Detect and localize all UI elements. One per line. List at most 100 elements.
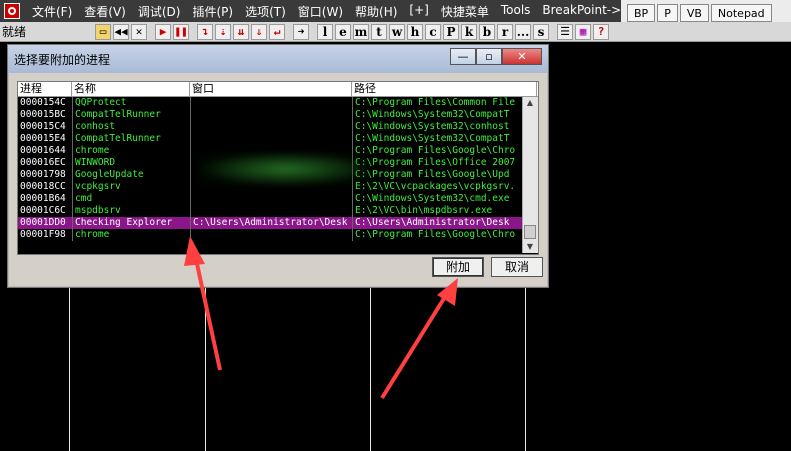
open-folder-icon[interactable]: ▭ <box>95 23 111 40</box>
column-guide <box>205 280 206 451</box>
help-icon[interactable]: ? <box>593 23 609 40</box>
column-guide <box>370 280 371 451</box>
menu-item[interactable]: 查看(V) <box>78 3 132 20</box>
step-over-icon[interactable]: ⇣ <box>215 23 231 40</box>
path-cell: C:\Program Files\Google\Chro <box>352 229 521 241</box>
window-button[interactable]: r <box>497 23 513 40</box>
tab-p[interactable]: P <box>657 4 678 22</box>
dialog-titlebar[interactable]: 选择要附加的进程 — ▫ ✕ <box>8 45 548 73</box>
menu-item[interactable]: 文件(F) <box>26 3 78 20</box>
toolbar: 就绪 ▭ ◀◀ ✕ ▶ ❚❚ ↴ ⇣ ⇊ ⇓ ↵ ➜ l e m t w h c Pk b r..… <box>0 22 791 42</box>
maximize-icon[interactable]: ▫ <box>476 48 502 65</box>
minimize-icon[interactable]: — <box>450 48 476 65</box>
app-logo-icon <box>4 3 20 19</box>
menu-item[interactable]: 调试(D) <box>132 3 187 20</box>
window-cell <box>190 121 352 133</box>
scroll-up-icon[interactable]: ▲ <box>524 97 536 109</box>
menu-item[interactable]: [+] <box>403 3 434 20</box>
table-row[interactable]: 00001B64 cmd C:\Windows\System32\cmd.exe <box>18 193 538 205</box>
column-header-pid[interactable]: 进程 <box>18 82 72 96</box>
trace-over-icon[interactable]: ⇓ <box>251 23 267 40</box>
table-row[interactable]: 0000154C QQProtect C:\Program Files\Common… <box>18 97 538 109</box>
attach-button[interactable]: 附加 <box>432 257 484 277</box>
menu-item[interactable]: 帮助(H) <box>349 3 403 20</box>
column-header-name[interactable]: 名称 <box>72 82 190 96</box>
vertical-scrollbar[interactable]: ▲ ▼ <box>522 97 538 253</box>
menu-items: 文件(F) 查看(V) 调试(D) 插件(P) 选项(T) 窗口(W) 帮助(H) [+] 快捷… <box>26 3 627 20</box>
path-cell: E:\2\VC\bin\mspdbsrv.exe <box>352 205 521 217</box>
window-letter-buttons: l e m t w h c Pk b r... s <box>316 23 550 40</box>
process-name-cell: cmd <box>72 193 190 205</box>
column-header-window[interactable]: 窗口 <box>190 82 352 96</box>
tab-vb[interactable]: VB <box>679 4 709 22</box>
path-cell: C:\Program Files\Office 2007 <box>352 157 521 169</box>
status-text: 就绪 <box>2 25 27 39</box>
grid-icon[interactable]: ▦ <box>575 23 591 40</box>
process-name-cell: mspdbsrv <box>72 205 190 217</box>
process-name-cell: QQProtect <box>72 97 190 109</box>
menu-item[interactable]: 插件(P) <box>186 3 239 20</box>
list-header: 进程 名称 窗口 路径 <box>18 82 538 97</box>
process-name-cell: CompatTelRunner <box>72 133 190 145</box>
execute-till-return-icon[interactable]: ↵ <box>269 23 285 40</box>
scroll-thumb[interactable] <box>524 225 536 239</box>
table-row[interactable]: 00001F98 chrome C:\Program Files\Google\Ch… <box>18 229 538 241</box>
window-button[interactable]: s <box>533 23 549 40</box>
process-id-cell: 00001798 <box>20 169 66 180</box>
window-button[interactable]: l <box>317 23 333 40</box>
window-button[interactable]: e <box>335 23 351 40</box>
goto-icon[interactable]: ➜ <box>293 23 309 40</box>
window-button[interactable]: w <box>389 23 405 40</box>
process-name-cell: WINWORD <box>72 157 190 169</box>
close-icon[interactable]: ✕ <box>502 48 542 65</box>
dialog-title: 选择要附加的进程 <box>14 52 111 67</box>
window-button[interactable]: ... <box>515 23 531 40</box>
run-icon[interactable]: ▶ <box>155 23 171 40</box>
path-cell: C:\Windows\System32\CompatT <box>352 109 521 121</box>
rewind-icon[interactable]: ◀◀ <box>113 23 129 40</box>
process-id-cell: 000015E4 <box>20 133 66 144</box>
redacted-blur <box>198 152 373 186</box>
tab-notepad[interactable]: Notepad <box>710 4 772 22</box>
cancel-button[interactable]: 取消 <box>491 257 543 277</box>
window-button[interactable]: m <box>353 23 369 40</box>
process-name-cell: chrome <box>72 145 190 157</box>
column-header-path[interactable]: 路径 <box>352 82 537 96</box>
process-id-cell: 00001C6C <box>20 205 66 216</box>
trace-into-icon[interactable]: ⇊ <box>233 23 249 40</box>
table-row[interactable]: 000015BC CompatTelRunner C:\Windows\System… <box>18 109 538 121</box>
process-list[interactable]: 进程 名称 窗口 路径 0000154C QQProtect C:\Program … <box>17 81 539 255</box>
path-cell: C:\Windows\System32\conhost <box>352 121 521 133</box>
process-name-cell: CompatTelRunner <box>72 109 190 121</box>
window-button[interactable]: k <box>461 23 477 40</box>
table-row[interactable]: 00001DD0 Checking Explorer C:\Users\Admini… <box>18 217 538 229</box>
window-button[interactable]: P <box>443 23 459 40</box>
menu-item[interactable]: 选项(T) <box>239 3 292 20</box>
process-name-cell: chrome <box>72 229 190 241</box>
scroll-down-icon[interactable]: ▼ <box>524 241 536 253</box>
list-icon[interactable]: ☰ <box>557 23 573 40</box>
menu-item[interactable]: 窗口(W) <box>292 3 349 20</box>
process-id-cell: 00001F98 <box>20 229 66 240</box>
arrow-to-attach-button <box>380 278 458 400</box>
close-icon[interactable]: ✕ <box>131 23 147 40</box>
window-button[interactable]: b <box>479 23 495 40</box>
menu-item[interactable]: 快捷菜单 <box>435 3 495 20</box>
process-id-cell: 000016EC <box>20 157 66 168</box>
menu-item[interactable]: Tools <box>495 3 537 20</box>
table-row[interactable]: 000015E4 CompatTelRunner C:\Windows\System… <box>18 133 538 145</box>
table-row[interactable]: 000015C4 conhost C:\Windows\System32\conho… <box>18 121 538 133</box>
window-button[interactable]: t <box>371 23 387 40</box>
pause-icon[interactable]: ❚❚ <box>173 23 189 40</box>
window-cell <box>190 229 352 241</box>
window-cell <box>190 109 352 121</box>
step-into-icon[interactable]: ↴ <box>197 23 213 40</box>
tab-bp[interactable]: BP <box>627 4 656 22</box>
attach-process-dialog: 选择要附加的进程 — ▫ ✕ 进程 名称 窗口 路径 0000154C QQPro… <box>7 44 549 288</box>
window-button[interactable]: h <box>407 23 423 40</box>
window-button[interactable]: c <box>425 23 441 40</box>
menu-item[interactable]: BreakPoint-> <box>536 3 627 20</box>
table-row[interactable]: 00001C6C mspdbsrv E:\2\VC\bin\mspdbsrv.exe <box>18 205 538 217</box>
window-cell <box>190 193 352 205</box>
path-cell: C:\Program Files\Common File <box>352 97 521 109</box>
